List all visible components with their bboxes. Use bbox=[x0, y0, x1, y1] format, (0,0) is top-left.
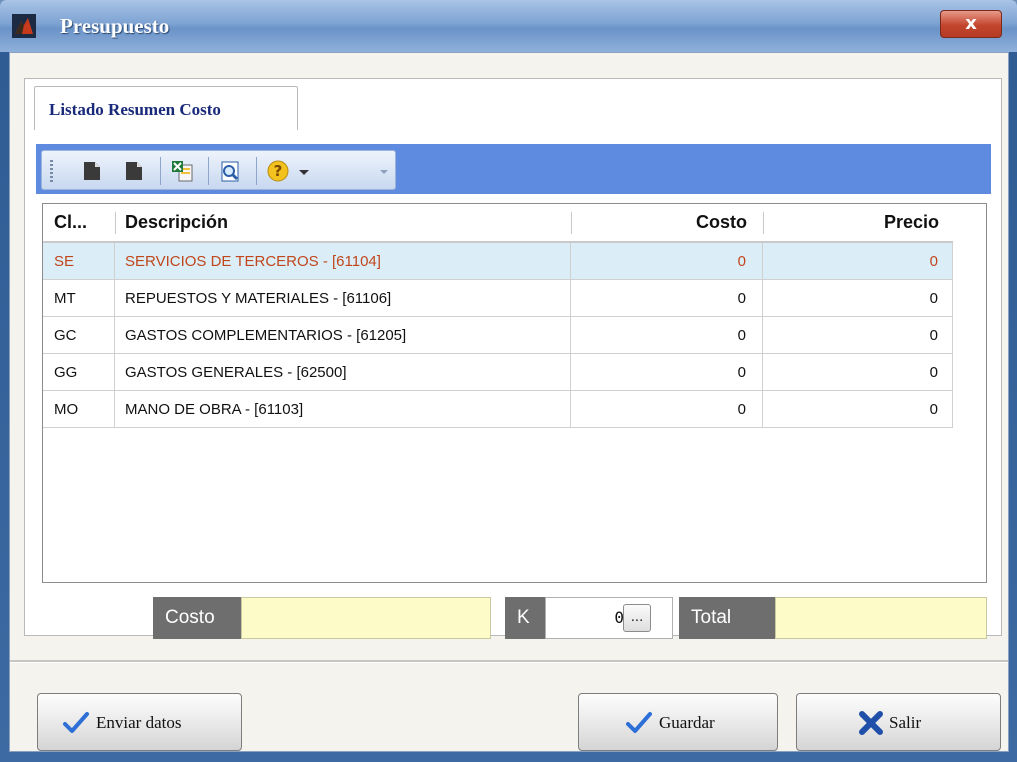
app-icon bbox=[12, 14, 36, 38]
column-header-descripcion[interactable]: Descripción bbox=[125, 204, 565, 241]
table-row[interactable]: GG GASTOS GENERALES - [62500] 0 0 bbox=[43, 354, 953, 391]
salir-button[interactable]: Salir bbox=[796, 693, 1001, 751]
k-field[interactable]: 0 ... bbox=[545, 597, 673, 639]
table-row[interactable]: SE SERVICIOS DE TERCEROS - [61104] 0 0 bbox=[43, 243, 953, 280]
toolbar-separator bbox=[256, 157, 257, 185]
toolbar: ? bbox=[41, 150, 396, 190]
cell-clase: SE bbox=[43, 243, 115, 280]
cell-descripcion: SERVICIOS DE TERCEROS - [61104] bbox=[115, 243, 571, 280]
costo-field[interactable] bbox=[241, 597, 491, 639]
header-separator bbox=[115, 212, 116, 234]
presupuesto-window: Presupuesto x Listado Resumen Costo ? Cl… bbox=[0, 0, 1017, 762]
grid-header: Cl... Descripción Costo Precio bbox=[43, 204, 953, 243]
cell-descripcion: MANO DE OBRA - [61103] bbox=[115, 391, 571, 428]
cell-precio: 0 bbox=[763, 243, 953, 280]
window-title: Presupuesto bbox=[60, 14, 170, 38]
toolbar-overflow-icon[interactable] bbox=[378, 159, 390, 183]
enviar-datos-label: Enviar datos bbox=[96, 713, 182, 732]
toolbar-separator bbox=[160, 157, 161, 185]
column-header-clase[interactable]: Cl... bbox=[54, 204, 114, 241]
total-label: Total bbox=[679, 597, 775, 639]
costo-label: Costo bbox=[153, 597, 241, 639]
cell-precio: 0 bbox=[763, 317, 953, 354]
cell-precio: 0 bbox=[763, 280, 953, 317]
help-dropdown-arrow-icon[interactable] bbox=[296, 159, 312, 183]
cell-clase: GC bbox=[43, 317, 115, 354]
svg-text:?: ? bbox=[274, 162, 283, 180]
total-field[interactable] bbox=[775, 597, 987, 639]
table-row[interactable]: MT REPUESTOS Y MATERIALES - [61106] 0 0 bbox=[43, 280, 953, 317]
cell-precio: 0 bbox=[763, 354, 953, 391]
cell-clase: MO bbox=[43, 391, 115, 428]
cell-descripcion: REPUESTOS Y MATERIALES - [61106] bbox=[115, 280, 571, 317]
checkmark-icon bbox=[626, 712, 652, 733]
cell-costo: 0 bbox=[571, 243, 763, 280]
close-button[interactable]: x bbox=[940, 10, 1002, 38]
cell-descripcion: GASTOS COMPLEMENTARIOS - [61205] bbox=[115, 317, 571, 354]
cell-costo: 0 bbox=[571, 354, 763, 391]
cell-clase: MT bbox=[43, 280, 115, 317]
guardar-button[interactable]: Guardar bbox=[578, 693, 778, 751]
edit-document-icon[interactable] bbox=[122, 159, 146, 183]
title-bar[interactable]: Presupuesto x bbox=[0, 0, 1017, 52]
enviar-datos-button[interactable]: Enviar datos bbox=[37, 693, 242, 751]
guardar-label: Guardar bbox=[659, 713, 715, 732]
cell-clase: GG bbox=[43, 354, 115, 391]
table-row[interactable]: MO MANO DE OBRA - [61103] 0 0 bbox=[43, 391, 953, 428]
cell-precio: 0 bbox=[763, 391, 953, 428]
k-value: 0 bbox=[614, 608, 624, 627]
tab-listado-resumen-costo[interactable]: Listado Resumen Costo bbox=[34, 86, 298, 130]
cost-summary-grid: Cl... Descripción Costo Precio SE SERVIC… bbox=[42, 203, 987, 583]
tab-label: Listado Resumen Costo bbox=[49, 100, 221, 119]
k-ellipsis-button[interactable]: ... bbox=[623, 604, 651, 632]
salir-label: Salir bbox=[889, 713, 922, 732]
help-icon[interactable]: ? bbox=[266, 159, 290, 183]
column-header-precio[interactable]: Precio bbox=[763, 204, 939, 241]
cell-costo: 0 bbox=[571, 317, 763, 354]
excel-export-icon[interactable] bbox=[170, 159, 194, 183]
table-row[interactable]: GC GASTOS COMPLEMENTARIOS - [61205] 0 0 bbox=[43, 317, 953, 354]
cell-costo: 0 bbox=[571, 280, 763, 317]
cell-costo: 0 bbox=[571, 391, 763, 428]
close-x-icon bbox=[859, 711, 883, 735]
toolbar-separator bbox=[208, 157, 209, 185]
k-label: K bbox=[505, 597, 545, 639]
divider bbox=[10, 660, 1008, 663]
print-preview-icon[interactable] bbox=[218, 159, 242, 183]
column-header-costo[interactable]: Costo bbox=[571, 204, 747, 241]
new-document-icon[interactable] bbox=[80, 159, 104, 183]
cell-descripcion: GASTOS GENERALES - [62500] bbox=[115, 354, 571, 391]
toolbar-grip[interactable] bbox=[50, 160, 53, 182]
checkmark-icon bbox=[63, 712, 89, 733]
